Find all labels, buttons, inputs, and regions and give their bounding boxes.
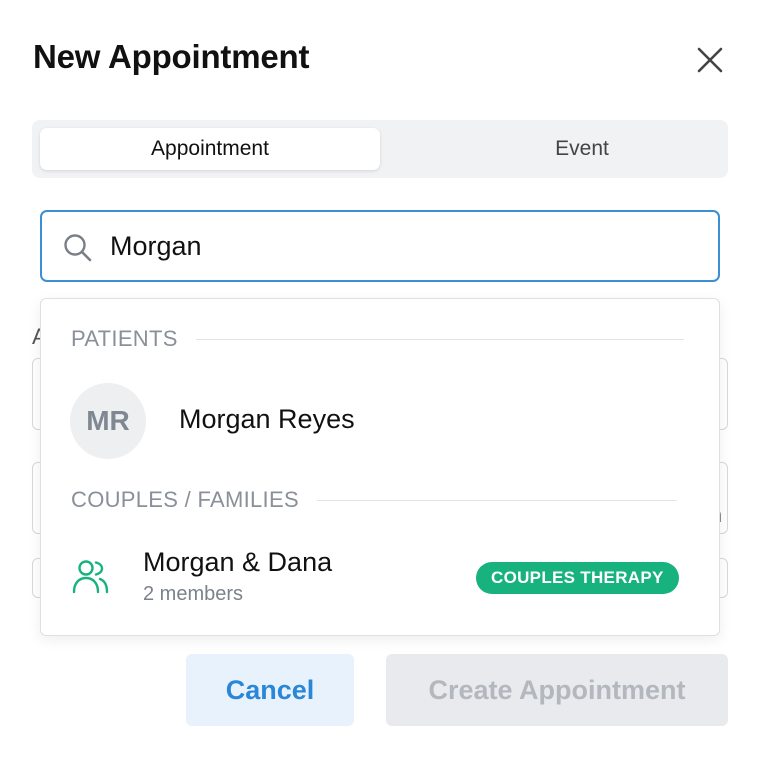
divider: [316, 499, 677, 501]
search-input[interactable]: [110, 226, 700, 266]
new-appointment-dialog: New Appointment Appointment Event A n PA…: [0, 0, 760, 758]
couples-heading-label: COUPLES / FAMILIES: [71, 487, 299, 512]
patient-name: Morgan Reyes: [179, 404, 355, 434]
cancel-button[interactable]: Cancel: [186, 654, 354, 726]
group-icon: [72, 560, 109, 594]
dialog-title: New Appointment: [33, 38, 310, 75]
create-appointment-button[interactable]: Create Appointment: [386, 654, 728, 726]
search-icon: [64, 234, 92, 262]
divider: [195, 338, 684, 340]
patient-result-morgan-reyes[interactable]: MR Morgan Reyes: [41, 381, 719, 461]
couple-result-morgan-dana[interactable]: Morgan & Dana 2 members COUPLES THERAPY: [41, 539, 719, 615]
couple-name: Morgan & Dana: [143, 547, 333, 577]
patient-search: [40, 210, 720, 282]
couples-section-heading: COUPLES / FAMILIES: [71, 487, 677, 513]
avatar: MR: [70, 383, 146, 459]
couple-member-count: 2 members: [143, 583, 244, 605]
type-tabs: Appointment Event: [32, 120, 728, 178]
search-results-dropdown: PATIENTS MR Morgan Reyes COUPLES / FAMIL…: [40, 298, 720, 636]
tab-event[interactable]: Event: [412, 128, 752, 170]
close-icon: [697, 47, 723, 73]
patients-heading-label: PATIENTS: [71, 326, 178, 351]
close-button[interactable]: [692, 42, 728, 78]
couples-therapy-badge: COUPLES THERAPY: [476, 562, 679, 594]
patients-section-heading: PATIENTS: [71, 326, 684, 352]
tab-appointment[interactable]: Appointment: [40, 128, 380, 170]
